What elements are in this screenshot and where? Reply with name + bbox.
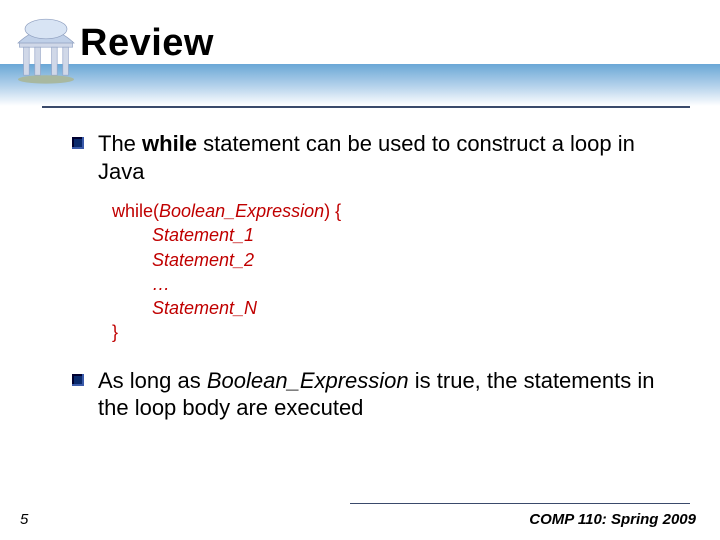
slide-body: The while statement can be used to const… (72, 130, 672, 436)
course-label: COMP 110: Spring 2009 (529, 511, 696, 528)
code-statement-2: Statement_2 (112, 248, 672, 272)
bullet-1-text-pre: The (98, 131, 142, 156)
code-arg: Boolean_Expression (159, 201, 324, 221)
bullet-1-text-bold: while (142, 131, 197, 156)
slide: Review The while statement can be used t… (0, 0, 720, 540)
code-brace-close: } (112, 320, 672, 344)
code-line-1: while(Boolean_Expression) { (112, 199, 672, 223)
code-ellipsis: … (112, 272, 672, 296)
bullet-1: The while statement can be used to const… (72, 130, 672, 185)
logo-old-well-icon (6, 10, 86, 90)
bullet-2: As long as Boolean_Expression is true, t… (72, 367, 672, 422)
code-statement-n: Statement_N (112, 296, 672, 320)
page-number: 5 (20, 511, 28, 528)
slide-title: Review (80, 22, 214, 65)
code-keyword: while (112, 201, 153, 221)
footer-rule (350, 503, 690, 505)
bullet-square-icon (72, 137, 84, 149)
code-paren-close-brace-open: ) { (324, 201, 341, 221)
code-statement-1: Statement_1 (112, 223, 672, 247)
header-rule (42, 106, 690, 108)
header-gradient (0, 64, 720, 106)
code-block: while(Boolean_Expression) { Statement_1 … (112, 199, 672, 345)
bullet-square-icon (72, 374, 84, 386)
bullet-2-text-pre: As long as (98, 368, 207, 393)
bullet-2-text-italic: Boolean_Expression (207, 368, 409, 393)
